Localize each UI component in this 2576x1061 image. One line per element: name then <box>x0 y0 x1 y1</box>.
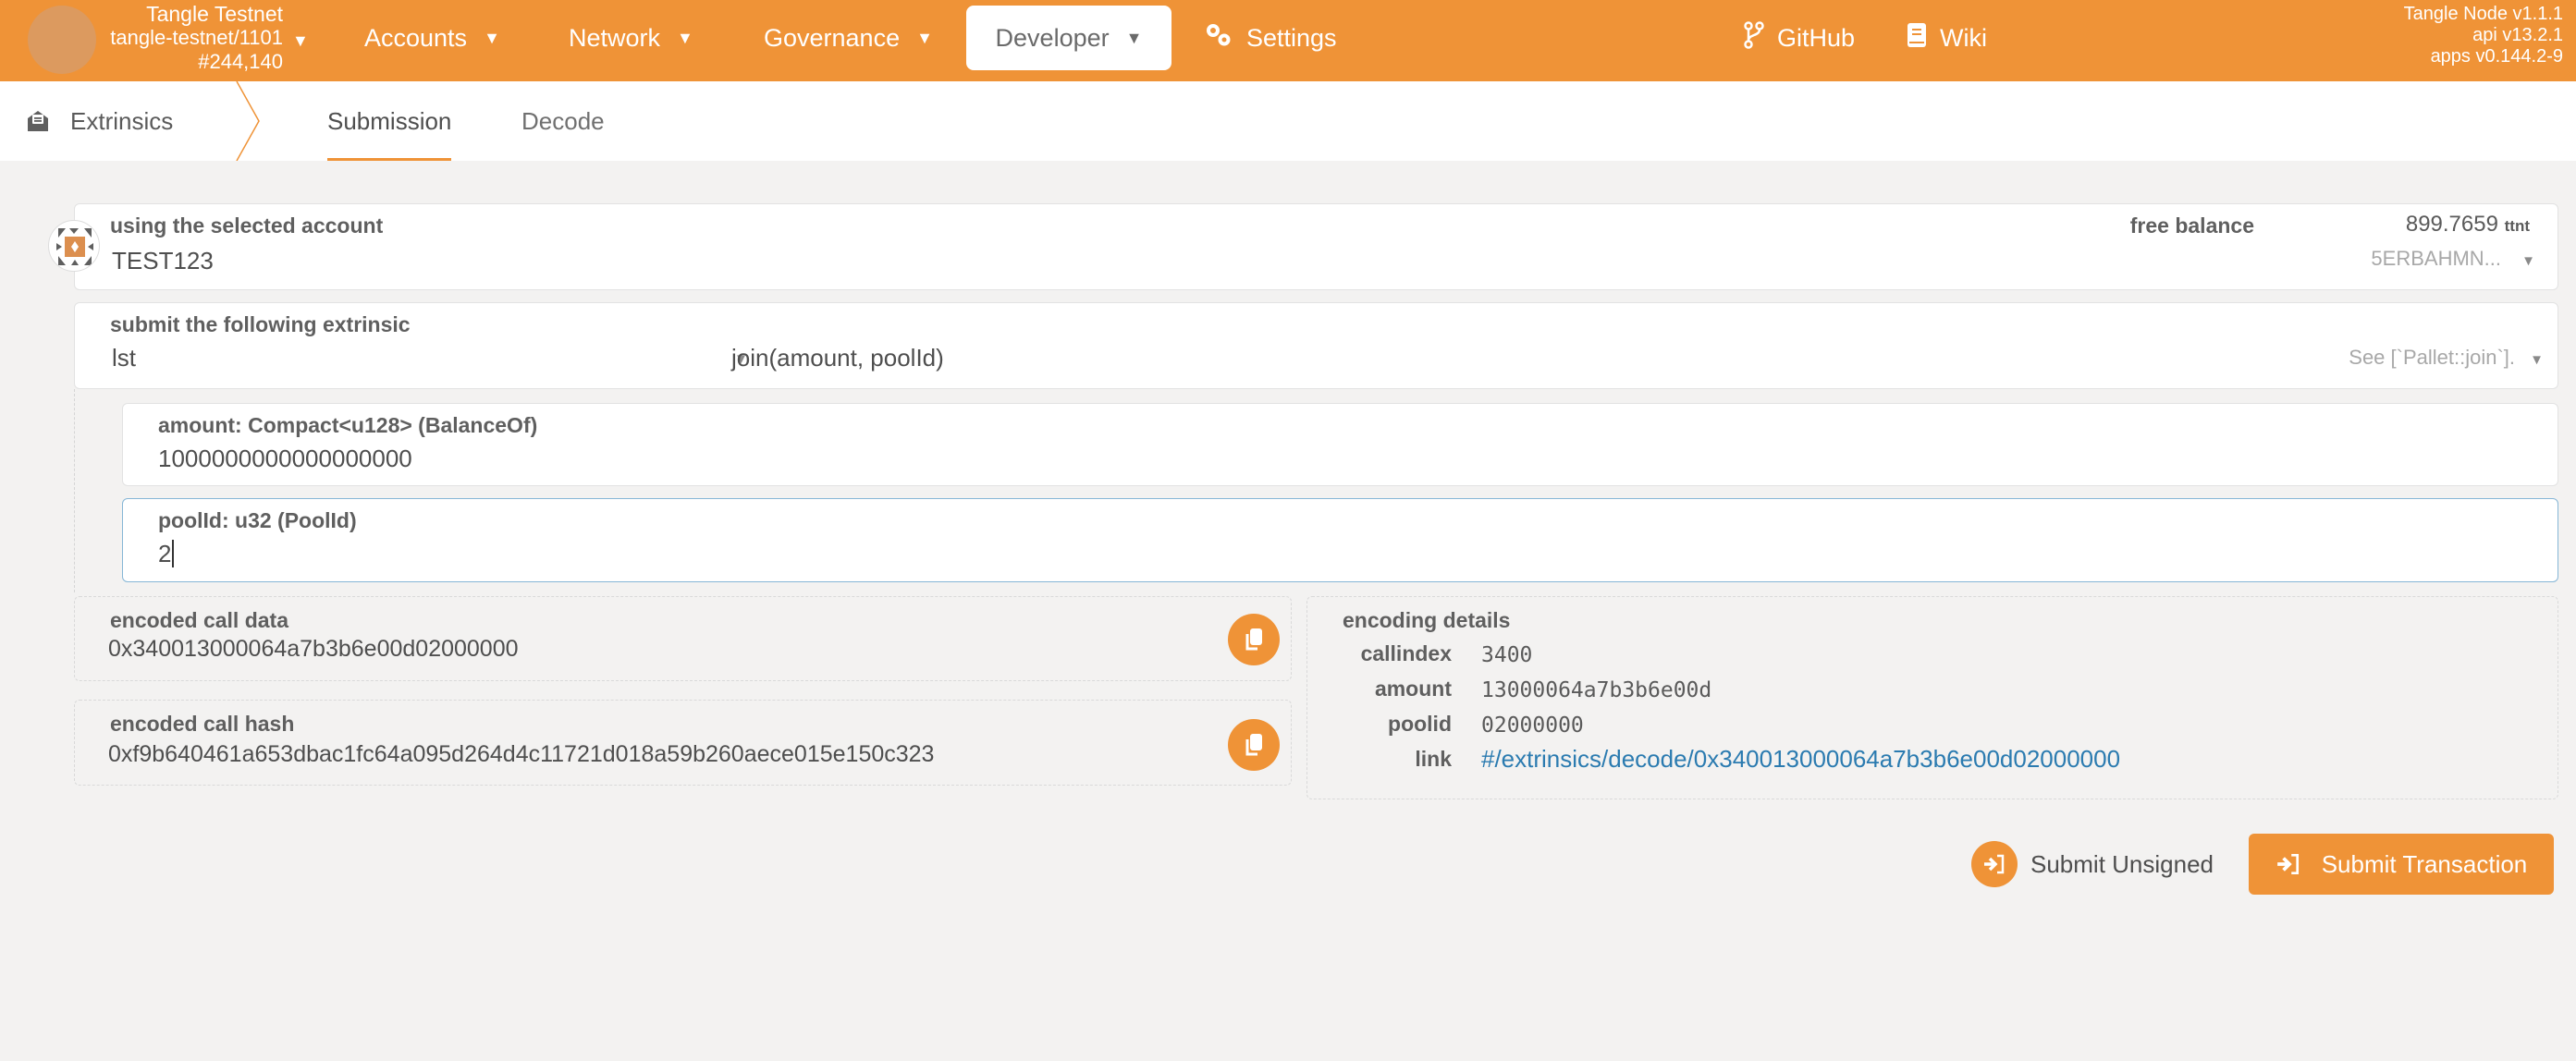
encoded-call-data-value: 0x340013000064a7b3b6e00d02000000 <box>108 636 519 662</box>
encoding-details-title: encoding details <box>1343 608 1511 632</box>
copy-icon <box>1245 734 1262 756</box>
submit-unsigned-label: Submit Unsigned <box>2030 849 2214 878</box>
encoding-details: encoding details callindex 3400 amount 1… <box>1306 596 2558 799</box>
nav-accounts[interactable]: Accounts ▼ <box>364 6 500 70</box>
tab-submission-label: Submission <box>327 106 452 135</box>
nav-settings-label: Settings <box>1246 23 1337 52</box>
caret-down-icon: ▼ <box>677 28 693 47</box>
detail-value-callindex: 3400 <box>1481 643 1533 667</box>
free-balance-value: 899.7659 <box>2405 212 2498 237</box>
gears-icon <box>1204 22 1233 55</box>
wiki-label: Wiki <box>1940 23 1987 52</box>
caret-down-icon[interactable]: ▼ <box>292 31 309 51</box>
node-version: Tangle Node v1.1.1 <box>2403 4 2563 24</box>
detail-key-poolid: poolid <box>1388 712 1452 736</box>
encoded-call-hash: encoded call hash 0xf9b640461a653dbac1fc… <box>74 700 1292 786</box>
encoded-call-data-label: encoded call data <box>110 608 289 632</box>
nav-developer[interactable]: Developer ▼ <box>966 6 1171 70</box>
sign-in-icon <box>1971 841 2018 887</box>
param-poolid-label: poolId: u32 (PoolId) <box>158 508 357 532</box>
account-identicon <box>48 220 100 272</box>
extrinsic-selector: submit the following extrinsic lst ▼ joi… <box>74 302 2558 389</box>
pallet-dropdown[interactable]: lst ▼ <box>110 340 748 377</box>
account-address-value: 5ERBAHMN... <box>2371 247 2502 270</box>
detail-value-amount: 13000064a7b3b6e00d <box>1481 678 1712 702</box>
nav-accounts-label: Accounts <box>364 23 468 52</box>
nav-network[interactable]: Network ▼ <box>569 6 693 70</box>
code-branch-icon <box>1744 20 1764 55</box>
nav-network-label: Network <box>569 23 661 52</box>
detail-key-amount: amount <box>1374 677 1452 701</box>
call-doc-text: See [`Pallet::join`]. <box>2349 346 2516 369</box>
top-nav-bar: Tangle Testnet tangle-testnet/1101 #244,… <box>0 0 2576 81</box>
detail-key-callindex: callindex <box>1360 641 1452 665</box>
copy-icon <box>1245 628 1262 651</box>
nav-developer-label: Developer <box>995 23 1110 52</box>
chain-runtime: tangle-testnet/1101 <box>110 26 283 49</box>
caret-down-icon: ▼ <box>1125 28 1143 47</box>
param-poolid[interactable]: poolId: u32 (PoolId) 2 <box>122 498 2558 582</box>
nav-governance[interactable]: Governance ▼ <box>764 6 933 70</box>
apps-version: apps v0.144.2-9 <box>2430 46 2563 67</box>
chain-logo[interactable] <box>28 6 96 74</box>
section-label: Extrinsics <box>70 106 174 135</box>
api-version: api v13.2.1 <box>2472 25 2563 45</box>
copy-call-hash-button[interactable] <box>1228 719 1280 771</box>
version-info: Tangle Node v1.1.1 api v13.2.1 apps v0.1… <box>2404 4 2563 67</box>
wiki-link[interactable]: Wiki <box>1907 6 1987 70</box>
account-selector[interactable]: using the selected account TEST123 free … <box>74 203 2558 290</box>
caret-down-icon: ▼ <box>916 28 933 47</box>
pallet-value: lst <box>112 344 136 372</box>
detail-key-link: link <box>1415 747 1452 771</box>
encoded-call-data: encoded call data 0x340013000064a7b3b6e0… <box>74 596 1292 681</box>
call-doc: See [`Pallet::join`]. ▼ <box>2349 346 2544 370</box>
github-link[interactable]: GitHub <box>1744 6 1855 70</box>
param-amount-label: amount: Compact<u128> (BalanceOf) <box>158 413 538 437</box>
free-balance-label: free balance <box>2129 213 2254 238</box>
tab-decode-label: Decode <box>521 106 605 135</box>
caret-down-icon: ▼ <box>2530 352 2544 368</box>
tab-bar: Extrinsics Submission Decode <box>0 81 2576 161</box>
account-label: using the selected account <box>110 213 384 238</box>
copy-call-data-button[interactable] <box>1228 614 1280 665</box>
caret-down-icon[interactable]: ▼ <box>2521 253 2535 269</box>
envelope-open-text-icon <box>26 109 50 133</box>
section-extrinsics: Extrinsics <box>26 81 173 161</box>
book-icon <box>1907 22 1927 55</box>
chain-name: Tangle Testnet <box>146 2 283 26</box>
best-block: #244,140 <box>198 50 283 73</box>
tab-decode[interactable]: Decode <box>497 81 629 161</box>
free-balance: 899.7659 ttnt <box>2406 212 2530 238</box>
chain-selector[interactable]: Tangle Testnet tangle-testnet/1101 #244,… <box>109 2 283 74</box>
extrinsic-label: submit the following extrinsic <box>110 312 411 336</box>
param-amount-input[interactable]: 1000000000000000000 <box>158 445 412 473</box>
nav-governance-label: Governance <box>764 23 901 52</box>
param-amount[interactable]: amount: Compact<u128> (BalanceOf) 100000… <box>122 403 2558 486</box>
sign-in-icon <box>2276 853 2299 875</box>
account-address: 5ERBAHMN... ▼ <box>2371 247 2535 271</box>
encoded-call-hash-value: 0xf9b640461a653dbac1fc64a095d264d4c11721… <box>108 741 935 767</box>
nav-settings[interactable]: Settings <box>1204 6 1337 70</box>
call-value: join(amount, poolId) <box>731 344 944 372</box>
detail-value-poolid: 02000000 <box>1481 713 1584 738</box>
param-poolid-input[interactable]: 2 <box>158 540 175 567</box>
github-label: GitHub <box>1777 23 1856 52</box>
encoded-call-hash-label: encoded call hash <box>110 712 295 736</box>
submit-unsigned-button[interactable]: Submit Unsigned <box>1971 836 2214 892</box>
tab-submission[interactable]: Submission <box>303 81 475 161</box>
submit-transaction-button[interactable]: Submit Transaction <box>2249 834 2554 895</box>
decode-link[interactable]: #/extrinsics/decode/0x340013000064a7b3b6… <box>1481 745 2120 774</box>
account-name: TEST123 <box>112 247 214 274</box>
submit-transaction-label: Submit Transaction <box>2321 849 2528 878</box>
caret-down-icon: ▼ <box>484 28 500 47</box>
call-dropdown[interactable]: join(amount, poolId) See [`Pallet::join`… <box>731 340 2544 377</box>
breadcrumb-divider <box>236 81 260 161</box>
free-balance-unit: ttnt <box>2504 217 2530 235</box>
